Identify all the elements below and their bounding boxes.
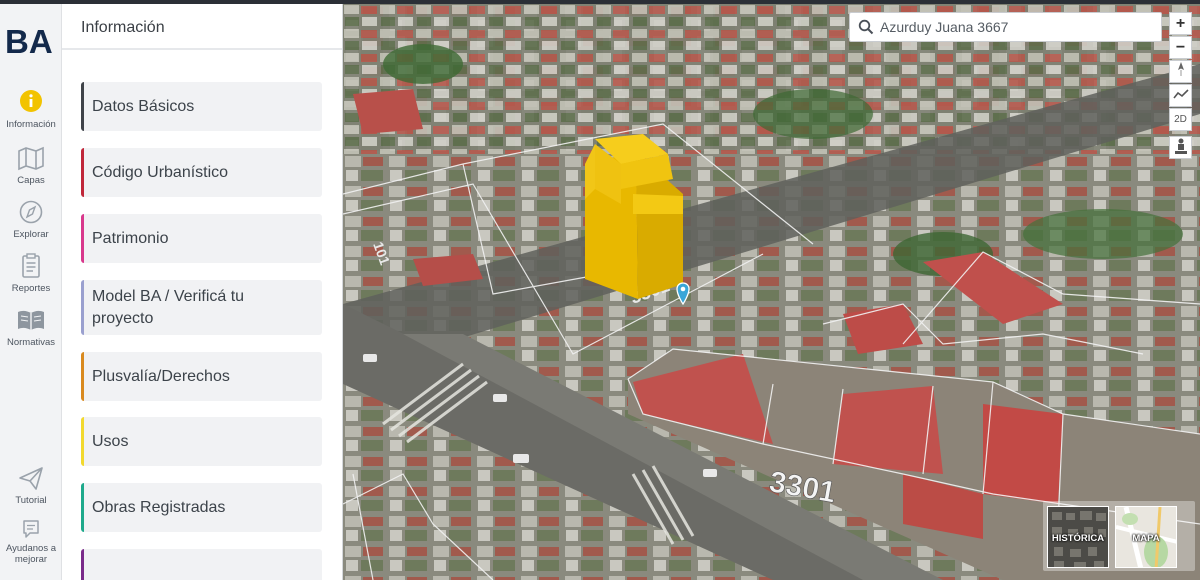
rail-label: Capas [17, 175, 45, 186]
card-usos[interactable]: Usos [81, 417, 322, 466]
card-label: Código Urbanístico [92, 163, 229, 181]
rail-item-normativas[interactable]: Normativas [0, 306, 62, 348]
left-nav-rail: BA Información Capas Explorar Reportes N… [0, 4, 62, 580]
card-label: Obras Registradas [92, 498, 226, 516]
search-icon [858, 19, 874, 35]
card-label: Plusvalía/Derechos [92, 367, 230, 385]
rail-item-informacion[interactable]: Información [0, 88, 62, 130]
card-plusvalia-derechos[interactable]: Plusvalía/Derechos [81, 352, 322, 401]
building-3d-model[interactable] [585, 134, 683, 299]
panel-title: Información [62, 4, 342, 50]
book-icon [18, 310, 44, 330]
card-label: Model BA / Verificá tu proyecto [92, 287, 245, 327]
card-partial[interactable] [81, 549, 322, 580]
zoom-in-button[interactable]: + [1169, 12, 1192, 35]
card-datos-basicos[interactable]: Datos Básicos [81, 82, 322, 131]
info-panel: Información Datos Básicos Código Urbanís… [62, 4, 343, 580]
card-label: Datos Básicos [92, 97, 195, 115]
aerial-imagery: 3301 3301 101 [343, 4, 1200, 580]
rail-item-ayudanos[interactable]: Ayudanos a mejorar [0, 518, 62, 565]
basemap-label: HISTÓRICA [1051, 533, 1105, 544]
map-controls: + − 2D [1169, 12, 1194, 160]
map-layers-icon [18, 146, 44, 171]
basemap-label: MAPA [1132, 533, 1160, 544]
rail-label: Reportes [11, 283, 51, 294]
basemap-switcher: HISTÓRICA MAPA [1043, 501, 1195, 571]
rail-item-tutorial[interactable]: Tutorial [0, 464, 62, 506]
north-arrow-button[interactable] [1169, 60, 1192, 83]
rail-label: Tutorial [15, 495, 47, 506]
terrain-profile-button[interactable] [1169, 84, 1192, 107]
card-model-ba[interactable]: Model BA / Verificá tu proyecto [81, 280, 322, 335]
card-patrimonio[interactable]: Patrimonio [81, 214, 322, 263]
search-input[interactable]: Azurduy Juana 3667 [880, 19, 1008, 35]
rail-label: Información [6, 119, 56, 130]
ba-logo[interactable]: BA [5, 24, 59, 58]
top-border [0, 0, 1200, 4]
basemap-historica[interactable]: HISTÓRICA [1047, 506, 1109, 568]
svg-text:BA: BA [5, 24, 53, 58]
address-search-box[interactable]: Azurduy Juana 3667 [849, 12, 1162, 42]
card-obras-registradas[interactable]: Obras Registradas [81, 483, 322, 532]
paper-plane-icon [19, 467, 43, 490]
clipboard-icon [22, 253, 40, 278]
card-label: Usos [92, 432, 129, 450]
zoom-out-button[interactable]: − [1169, 36, 1192, 59]
rail-label: Ayudanos a mejorar [5, 543, 56, 565]
rail-label: Normativas [6, 337, 56, 348]
rail-item-reportes[interactable]: Reportes [0, 252, 62, 294]
north-arrow-icon [1177, 62, 1184, 76]
compass-icon [19, 200, 43, 224]
person-icon [1174, 138, 1187, 154]
map-3d-view[interactable]: 3301 3301 101 Azurduy [343, 4, 1200, 580]
rail-item-explorar[interactable]: Explorar [0, 198, 62, 240]
rail-label: Explorar [13, 229, 49, 240]
basemap-mapa[interactable]: MAPA [1115, 506, 1177, 568]
line-chart-icon [1172, 89, 1189, 99]
street-view-button[interactable] [1169, 136, 1192, 159]
info-icon [20, 90, 42, 112]
rail-item-capas[interactable]: Capas [0, 144, 62, 186]
card-label: Patrimonio [92, 229, 169, 247]
feedback-icon [23, 520, 39, 538]
view-2d-button[interactable]: 2D [1169, 108, 1192, 131]
card-codigo-urbanistico[interactable]: Código Urbanístico [81, 148, 322, 197]
